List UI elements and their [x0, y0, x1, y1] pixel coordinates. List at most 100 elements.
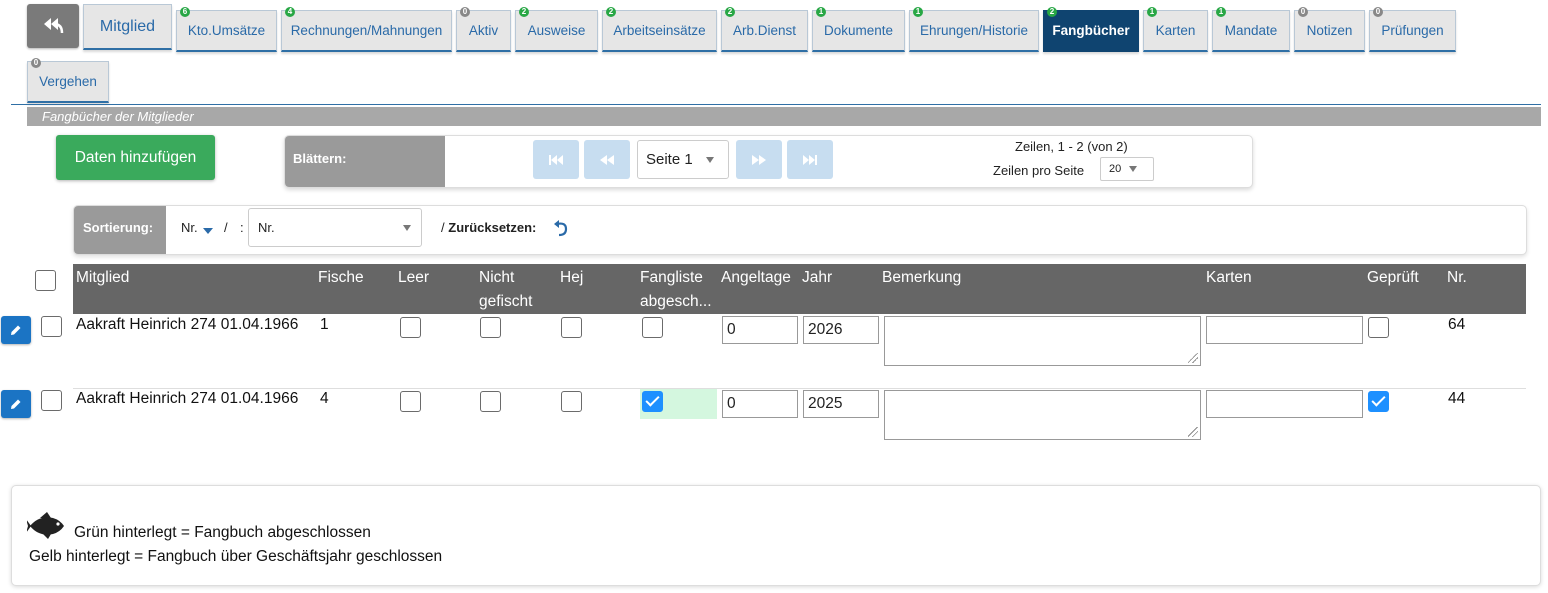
tab-badge: 0 — [1373, 7, 1383, 17]
tab-badge: 0 — [460, 7, 470, 17]
karten-input[interactable] — [1206, 316, 1363, 344]
tab-label: Prüfungen — [1381, 23, 1444, 38]
tab-label: Kto.Umsätze — [187, 23, 266, 38]
edit-row-button[interactable] — [1, 390, 31, 418]
reset-sort-button[interactable] — [553, 219, 569, 242]
tabs-divider — [11, 104, 1541, 105]
col-jahr[interactable]: Jahr — [802, 266, 832, 290]
tab-mandate[interactable]: 1 Mandate — [1212, 7, 1290, 52]
col-label: Nicht — [479, 269, 515, 286]
col-geprueft[interactable]: Geprüft — [1367, 266, 1419, 290]
col-bemerkung[interactable]: Bemerkung — [882, 266, 961, 290]
row-divider — [73, 388, 1526, 389]
rewind-icon — [600, 154, 614, 165]
last-page-button[interactable] — [787, 140, 833, 179]
geprueft-checkbox[interactable] — [1368, 391, 1389, 412]
prev-page-button[interactable] — [584, 140, 630, 179]
bemerkung-textarea[interactable] — [884, 316, 1201, 366]
col-mitglied[interactable]: Mitglied — [76, 266, 129, 290]
legend-yellow: Gelb hinterlegt = Fangbuch über Geschäft… — [29, 548, 443, 565]
pager: Blättern: Seite 1 Zeilen, 1 - 2 (von 2) … — [284, 135, 1253, 188]
tab-label: Mandate — [1224, 23, 1278, 38]
tab-label: Arb.Dienst — [732, 23, 797, 38]
geprueft-checkbox[interactable] — [1368, 317, 1389, 338]
jahr-input[interactable]: 2026 — [803, 316, 879, 344]
tab-pruefungen[interactable]: 0 Prüfungen — [1369, 7, 1456, 52]
tab-badge: 2 — [1047, 7, 1057, 17]
reset-text: Zurücksetzen: — [448, 220, 537, 235]
fangliste-checkbox[interactable] — [642, 391, 663, 412]
tab-aktiv[interactable]: 0 Aktiv — [456, 7, 511, 52]
page-select[interactable]: Seite 1 — [637, 140, 729, 179]
tab-label: Dokumente — [823, 23, 894, 38]
back-button[interactable] — [27, 4, 79, 48]
col-leer[interactable]: Leer — [398, 266, 429, 290]
first-page-button[interactable] — [533, 140, 579, 179]
cell-fische: 1 — [320, 316, 329, 333]
reset-prefix: / — [441, 220, 445, 235]
karten-input[interactable] — [1206, 390, 1363, 418]
cell-mitglied: Aakraft Heinrich 274 01.04.1966 — [76, 316, 299, 333]
col-nicht-gefischt[interactable]: Nicht gefischt — [479, 266, 532, 314]
col-nr[interactable]: Nr. — [1447, 266, 1467, 290]
tab-dokumente[interactable]: 1 Dokumente — [812, 7, 905, 52]
tab-badge: 1 — [1147, 7, 1157, 17]
angeltage-input[interactable]: 0 — [722, 316, 798, 344]
tab-label: Rechnungen/Mahnungen — [290, 23, 443, 38]
nicht-gefischt-checkbox[interactable] — [480, 317, 501, 338]
next-page-button[interactable] — [736, 140, 782, 179]
jahr-input[interactable]: 2025 — [803, 390, 879, 418]
leer-checkbox[interactable] — [400, 391, 421, 412]
tab-ehrungen-historie[interactable]: 1 Ehrungen/Historie — [909, 7, 1039, 52]
col-label: Fangliste — [640, 269, 703, 286]
tab-badge: 2 — [519, 7, 529, 17]
row-select-checkbox[interactable] — [41, 390, 62, 411]
nicht-gefischt-checkbox[interactable] — [480, 391, 501, 412]
add-data-button[interactable]: Daten hinzufügen — [56, 135, 215, 180]
angeltage-input[interactable]: 0 — [722, 390, 798, 418]
sort-select[interactable]: Nr. — [248, 208, 422, 247]
tab-notizen[interactable]: 0 Notizen — [1294, 7, 1365, 52]
cell-nr: 44 — [1448, 390, 1466, 407]
tab-arb-dienst[interactable]: 2 Arb.Dienst — [721, 7, 808, 52]
row-select-checkbox[interactable] — [41, 316, 62, 337]
rows-per-page-select[interactable]: 20 — [1100, 157, 1154, 181]
tab-label: Arbeitseinsätze — [613, 23, 706, 38]
col-hej[interactable]: Hej — [560, 266, 583, 290]
col-label: gefischt — [479, 293, 533, 310]
sort-separator: / — [224, 220, 228, 235]
tab-label: Vergehen — [39, 74, 97, 89]
tab-label: Ausweise — [527, 23, 586, 38]
edit-row-button[interactable] — [1, 316, 31, 344]
select-all-checkbox[interactable] — [35, 270, 56, 291]
col-fangliste[interactable]: Fangliste abgesch... — [640, 266, 712, 314]
tab-fangbuecher[interactable]: 2 Fangbücher — [1043, 7, 1139, 52]
first-page-icon — [549, 154, 563, 165]
chevron-down-icon — [403, 225, 411, 231]
tab-rechnungen-mahnungen[interactable]: 4 Rechnungen/Mahnungen — [281, 7, 452, 52]
hej-checkbox[interactable] — [561, 391, 582, 412]
hej-checkbox[interactable] — [561, 317, 582, 338]
tab-kto-umsaetze[interactable]: 6 Kto.Umsätze — [176, 7, 277, 52]
tab-mitglied[interactable]: Mitglied — [83, 4, 172, 50]
bemerkung-textarea[interactable] — [884, 390, 1201, 440]
sort-field[interactable]: Nr. — [181, 220, 198, 235]
tab-arbeitseinsaetze[interactable]: 2 Arbeitseinsätze — [602, 7, 717, 52]
tab-badge: 2 — [606, 7, 616, 17]
pager-label: Blättern: — [285, 136, 445, 187]
pencil-icon — [11, 399, 21, 409]
tab-ausweise[interactable]: 2 Ausweise — [515, 7, 598, 52]
leer-checkbox[interactable] — [400, 317, 421, 338]
undo-icon — [554, 220, 568, 237]
cell-fische: 4 — [320, 390, 329, 407]
sort-desc-icon[interactable] — [203, 228, 213, 234]
tab-vergehen[interactable]: 0 Vergehen — [27, 58, 109, 103]
fast-forward-icon — [752, 154, 766, 165]
tab-label: Mitglied — [99, 17, 156, 35]
col-fische[interactable]: Fische — [318, 266, 364, 290]
tab-label: Karten — [1155, 23, 1196, 38]
fangliste-checkbox[interactable] — [642, 317, 663, 338]
col-karten[interactable]: Karten — [1206, 266, 1252, 290]
col-angeltage[interactable]: Angeltage — [721, 266, 791, 290]
tab-karten[interactable]: 1 Karten — [1143, 7, 1208, 52]
